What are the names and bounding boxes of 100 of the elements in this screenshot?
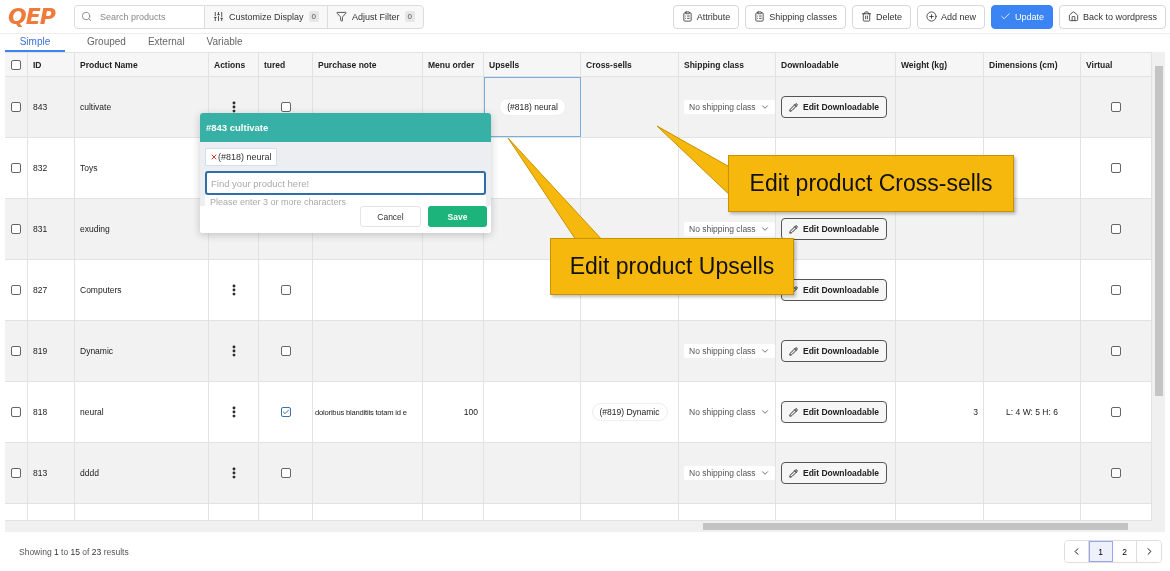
results-summary: Showing 1 to 15 of 23 results [19,546,129,557]
column-header: tured [264,59,286,70]
shipping-select[interactable]: No shipping class [684,344,775,358]
column-header: Upsells [489,59,520,70]
edit-downloadable-button[interactable]: Edit Downloadable [781,401,888,423]
checkbox[interactable] [11,346,21,356]
chevron-down-icon [759,468,770,478]
cancel-button[interactable]: Cancel [360,206,421,227]
name-cell: neural [80,407,104,417]
column-header: Product Name [80,59,138,70]
edit-downloadable-button[interactable]: Edit Downloadable [781,340,888,362]
pencil-icon [789,468,798,478]
checkbox[interactable] [11,407,21,417]
column-header: Virtual [1086,59,1113,70]
tab[interactable]: Variable [206,34,243,52]
id-cell: 832 [33,163,48,173]
toolbar-button[interactable]: Update [990,4,1053,29]
name-cell: exuding [80,224,110,234]
checkbox[interactable] [1111,102,1121,112]
checkbox[interactable] [280,346,291,356]
check-icon [999,11,1011,22]
checkbox[interactable] [11,285,21,295]
shipping-select[interactable]: No shipping class [684,222,775,236]
toolbar-button[interactable]: Back to wordpress [1058,4,1166,29]
toolbar-button[interactable]: Shipping classes [745,4,846,29]
remove-icon[interactable] [210,153,218,161]
id-cell: 827 [33,285,48,295]
id-cell: 843 [33,102,48,112]
name-cell: cultivate [80,102,112,112]
shipping-select[interactable]: No shipping class [684,466,775,480]
checkbox[interactable] [1111,407,1121,417]
popup-title: #843 cultivate [200,113,491,142]
checkbox[interactable] [11,224,21,234]
count-badge: 0 [404,11,415,22]
search-field[interactable]: Search products [75,5,205,28]
checkbox[interactable] [1111,468,1121,478]
clipboard-icon [754,11,766,22]
pencil-icon [789,102,798,112]
checkbox[interactable] [11,59,21,70]
id-cell: 831 [33,224,48,234]
checkbox[interactable] [280,102,291,112]
count-badge: 0 [308,11,319,22]
edit-downloadable-button[interactable]: Edit Downloadable [781,96,888,118]
checkbox[interactable] [11,468,21,478]
toolbar-button[interactable]: Attribute [672,4,740,29]
toolbar-button[interactable]: Delete [851,4,911,29]
product-search-field[interactable]: Find your product here! [205,171,486,195]
filter-icon [336,11,347,22]
chevron-down-icon [759,346,770,356]
column-header: ID [33,59,42,70]
checkbox[interactable] [11,163,21,173]
checkbox[interactable] [280,468,291,478]
tab[interactable]: Grouped [87,34,126,52]
home-icon [1067,11,1079,22]
chevron-down-icon [759,224,770,234]
clipboard-icon [681,11,693,22]
product-tag[interactable]: (#818) neural [205,148,277,166]
checkbox[interactable] [11,102,21,112]
page-button[interactable]: 1 [1089,541,1113,562]
check-icon [281,408,290,416]
column-header: Cross-sells [586,59,632,70]
checkbox[interactable] [280,407,291,417]
search-icon [81,11,92,22]
chevron-down-icon [759,407,770,417]
plus-circle-icon [925,11,937,22]
edit-downloadable-button[interactable]: Edit Downloadable [781,279,888,301]
column-header: Shipping class [684,59,744,70]
weight-cell: 3 [973,407,978,417]
toolbar-button[interactable]: Adjust Filter 0 [328,5,423,28]
column-header: Purchase note [318,59,377,70]
tab[interactable]: External [147,34,185,52]
search-hint: Please enter 3 or more characters [205,195,486,209]
column-header: Actions [214,59,246,70]
checkbox[interactable] [1111,346,1121,356]
checkbox[interactable] [1111,224,1121,234]
pencil-icon [789,224,798,234]
chevron-down-icon [759,102,770,112]
callout: Edit product Upsells [550,238,794,295]
name-cell: dddd [80,468,99,478]
search-input[interactable]: Search products [98,10,198,23]
id-cell: 819 [33,346,48,356]
edit-downloadable-button[interactable]: Edit Downloadable [781,462,888,484]
toolbar-button[interactable]: Add new [916,4,985,29]
checkbox[interactable] [280,285,291,295]
id-cell: 818 [33,407,48,417]
name-cell: Toys [80,163,98,173]
pencil-icon [789,346,798,356]
dimensions-cell: L: 4 W: 5 H: 6 [1006,407,1058,417]
edit-downloadable-button[interactable]: Edit Downloadable [781,218,888,240]
toolbar-button[interactable]: Customize Display 0 [205,5,328,28]
column-header: Weight (kg) [901,59,948,70]
horizontal-scrollbar[interactable] [5,521,1152,532]
shipping-select[interactable]: No shipping class [684,100,775,114]
vertical-scrollbar[interactable] [1152,52,1165,532]
checkbox[interactable] [1111,285,1121,295]
menu-order-cell: 100 [463,407,478,417]
name-cell: Dynamic [80,346,114,356]
trash-icon [860,11,872,22]
product-chip: (#819) Dynamic [591,403,668,421]
checkbox[interactable] [1111,163,1121,173]
